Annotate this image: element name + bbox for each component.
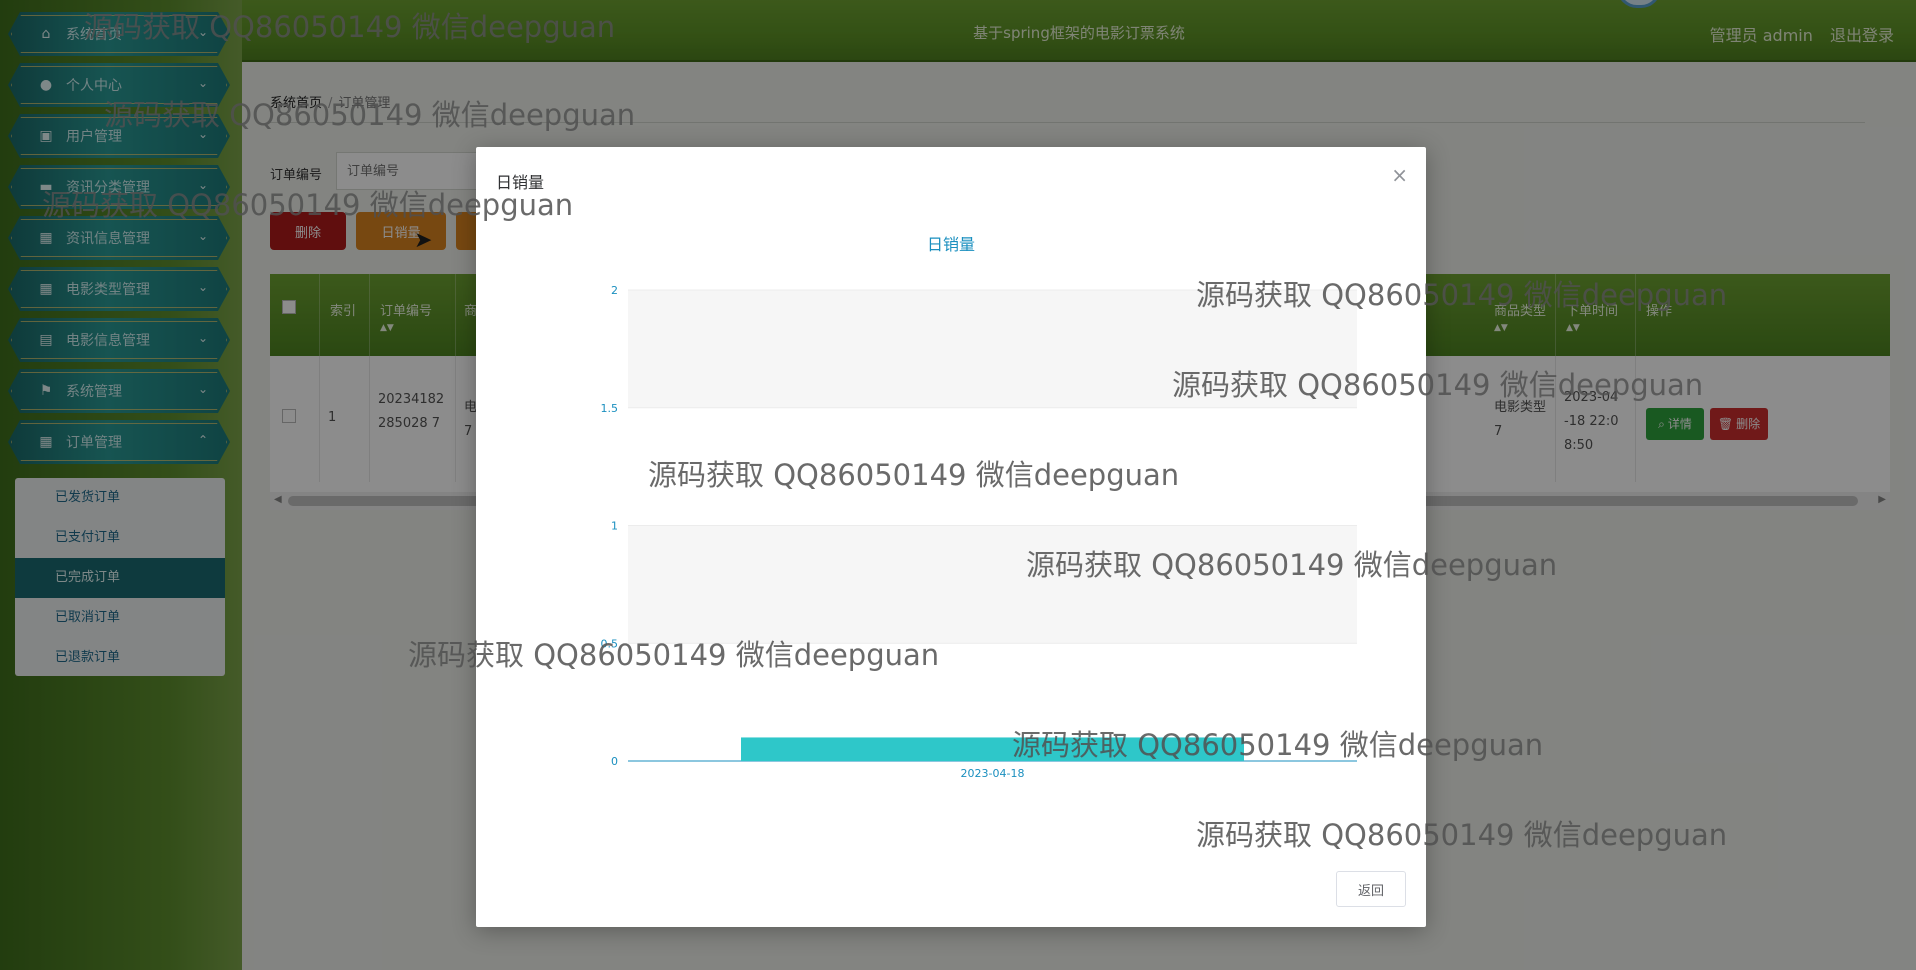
mouse-cursor-icon: ➤: [414, 228, 433, 253]
daily-sales-dialog: 日销量 × 日销量 0 0.5 1 1.5 2 2023-04-18 返回: [476, 147, 1426, 927]
back-button[interactable]: 返回: [1336, 871, 1406, 907]
daily-sales-chart: 0 0.5 1 1.5 2 2023-04-18: [601, 284, 1357, 780]
y-tick-label: 0: [611, 755, 618, 768]
y-tick-label: 1.5: [601, 402, 619, 415]
dialog-title: 日销量: [496, 173, 545, 192]
y-tick-label: 1: [611, 520, 618, 533]
chart-title: 日销量: [926, 235, 975, 254]
chart-bar: [740, 737, 1245, 761]
y-tick-label: 0.5: [601, 637, 619, 650]
grid-band: [628, 290, 1357, 408]
grid-band: [628, 525, 1357, 644]
x-tick-label: 2023-04-18: [961, 767, 1025, 780]
y-tick-label: 2: [611, 284, 618, 297]
close-icon[interactable]: ×: [1391, 163, 1408, 187]
